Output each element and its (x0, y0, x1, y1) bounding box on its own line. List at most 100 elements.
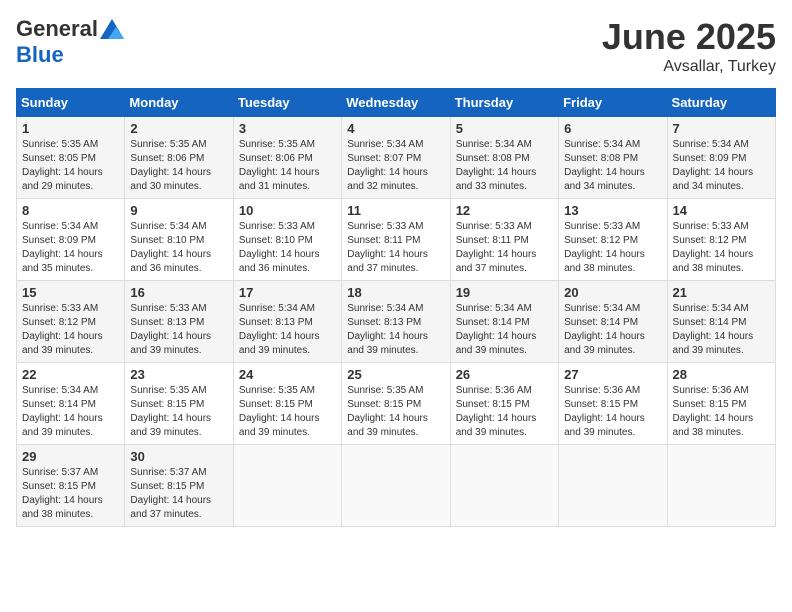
table-cell: 28 Sunrise: 5:36 AMSunset: 8:15 PMDaylig… (667, 363, 775, 445)
day-number: 27 (564, 367, 661, 382)
table-cell: 9 Sunrise: 5:34 AMSunset: 8:10 PMDayligh… (125, 199, 233, 281)
col-friday: Friday (559, 89, 667, 117)
table-cell: 26 Sunrise: 5:36 AMSunset: 8:15 PMDaylig… (450, 363, 558, 445)
table-cell: 19 Sunrise: 5:34 AMSunset: 8:14 PMDaylig… (450, 281, 558, 363)
logo-general-text: General (16, 16, 98, 42)
day-info: Sunrise: 5:34 AMSunset: 8:09 PMDaylight:… (673, 139, 754, 192)
day-number: 26 (456, 367, 553, 382)
day-number: 23 (130, 367, 227, 382)
table-cell: 15 Sunrise: 5:33 AMSunset: 8:12 PMDaylig… (17, 281, 125, 363)
table-cell: 7 Sunrise: 5:34 AMSunset: 8:09 PMDayligh… (667, 117, 775, 199)
logo-icon (100, 19, 124, 39)
page-header: General Blue June 2025 Avsallar, Turkey (16, 16, 776, 76)
header-row: Sunday Monday Tuesday Wednesday Thursday… (17, 89, 776, 117)
day-number: 17 (239, 285, 336, 300)
day-number: 25 (347, 367, 444, 382)
day-number: 15 (22, 285, 119, 300)
table-cell: 12 Sunrise: 5:33 AMSunset: 8:11 PMDaylig… (450, 199, 558, 281)
day-number: 3 (239, 121, 336, 136)
day-info: Sunrise: 5:35 AMSunset: 8:15 PMDaylight:… (130, 385, 211, 438)
table-cell: 18 Sunrise: 5:34 AMSunset: 8:13 PMDaylig… (342, 281, 450, 363)
location: Avsallar, Turkey (602, 58, 776, 76)
table-cell: 3 Sunrise: 5:35 AMSunset: 8:06 PMDayligh… (233, 117, 341, 199)
table-cell: 21 Sunrise: 5:34 AMSunset: 8:14 PMDaylig… (667, 281, 775, 363)
day-info: Sunrise: 5:34 AMSunset: 8:10 PMDaylight:… (130, 221, 211, 274)
day-info: Sunrise: 5:33 AMSunset: 8:11 PMDaylight:… (347, 221, 428, 274)
day-info: Sunrise: 5:34 AMSunset: 8:13 PMDaylight:… (347, 303, 428, 356)
day-info: Sunrise: 5:35 AMSunset: 8:05 PMDaylight:… (22, 139, 103, 192)
day-number: 13 (564, 203, 661, 218)
day-info: Sunrise: 5:35 AMSunset: 8:15 PMDaylight:… (347, 385, 428, 438)
day-number: 22 (22, 367, 119, 382)
col-monday: Monday (125, 89, 233, 117)
day-number: 21 (673, 285, 770, 300)
day-info: Sunrise: 5:33 AMSunset: 8:12 PMDaylight:… (673, 221, 754, 274)
day-number: 18 (347, 285, 444, 300)
table-cell: 1 Sunrise: 5:35 AMSunset: 8:05 PMDayligh… (17, 117, 125, 199)
table-row: 22 Sunrise: 5:34 AMSunset: 8:14 PMDaylig… (17, 363, 776, 445)
title-block: June 2025 Avsallar, Turkey (602, 16, 776, 76)
table-cell: 2 Sunrise: 5:35 AMSunset: 8:06 PMDayligh… (125, 117, 233, 199)
day-info: Sunrise: 5:35 AMSunset: 8:15 PMDaylight:… (239, 385, 320, 438)
day-number: 24 (239, 367, 336, 382)
table-cell (667, 445, 775, 527)
day-number: 11 (347, 203, 444, 218)
day-info: Sunrise: 5:34 AMSunset: 8:13 PMDaylight:… (239, 303, 320, 356)
calendar-table: Sunday Monday Tuesday Wednesday Thursday… (16, 88, 776, 527)
day-number: 7 (673, 121, 770, 136)
day-info: Sunrise: 5:33 AMSunset: 8:13 PMDaylight:… (130, 303, 211, 356)
table-cell: 14 Sunrise: 5:33 AMSunset: 8:12 PMDaylig… (667, 199, 775, 281)
table-row: 8 Sunrise: 5:34 AMSunset: 8:09 PMDayligh… (17, 199, 776, 281)
table-row: 15 Sunrise: 5:33 AMSunset: 8:12 PMDaylig… (17, 281, 776, 363)
day-number: 5 (456, 121, 553, 136)
day-info: Sunrise: 5:35 AMSunset: 8:06 PMDaylight:… (130, 139, 211, 192)
logo-blue-text: Blue (16, 42, 64, 68)
table-cell: 4 Sunrise: 5:34 AMSunset: 8:07 PMDayligh… (342, 117, 450, 199)
day-info: Sunrise: 5:33 AMSunset: 8:12 PMDaylight:… (22, 303, 103, 356)
day-number: 8 (22, 203, 119, 218)
day-number: 20 (564, 285, 661, 300)
table-cell: 29 Sunrise: 5:37 AMSunset: 8:15 PMDaylig… (17, 445, 125, 527)
table-cell: 23 Sunrise: 5:35 AMSunset: 8:15 PMDaylig… (125, 363, 233, 445)
table-cell: 11 Sunrise: 5:33 AMSunset: 8:11 PMDaylig… (342, 199, 450, 281)
day-number: 1 (22, 121, 119, 136)
day-info: Sunrise: 5:34 AMSunset: 8:09 PMDaylight:… (22, 221, 103, 274)
day-number: 4 (347, 121, 444, 136)
day-info: Sunrise: 5:34 AMSunset: 8:08 PMDaylight:… (564, 139, 645, 192)
table-cell: 25 Sunrise: 5:35 AMSunset: 8:15 PMDaylig… (342, 363, 450, 445)
day-info: Sunrise: 5:34 AMSunset: 8:07 PMDaylight:… (347, 139, 428, 192)
day-number: 16 (130, 285, 227, 300)
day-number: 14 (673, 203, 770, 218)
table-cell: 27 Sunrise: 5:36 AMSunset: 8:15 PMDaylig… (559, 363, 667, 445)
logo: General Blue (16, 16, 124, 68)
day-number: 6 (564, 121, 661, 136)
table-cell: 16 Sunrise: 5:33 AMSunset: 8:13 PMDaylig… (125, 281, 233, 363)
day-info: Sunrise: 5:34 AMSunset: 8:14 PMDaylight:… (456, 303, 537, 356)
table-cell: 30 Sunrise: 5:37 AMSunset: 8:15 PMDaylig… (125, 445, 233, 527)
table-cell: 24 Sunrise: 5:35 AMSunset: 8:15 PMDaylig… (233, 363, 341, 445)
table-cell (559, 445, 667, 527)
day-info: Sunrise: 5:33 AMSunset: 8:12 PMDaylight:… (564, 221, 645, 274)
table-cell: 8 Sunrise: 5:34 AMSunset: 8:09 PMDayligh… (17, 199, 125, 281)
day-number: 29 (22, 449, 119, 464)
day-info: Sunrise: 5:37 AMSunset: 8:15 PMDaylight:… (22, 467, 103, 520)
day-info: Sunrise: 5:36 AMSunset: 8:15 PMDaylight:… (564, 385, 645, 438)
table-row: 1 Sunrise: 5:35 AMSunset: 8:05 PMDayligh… (17, 117, 776, 199)
col-sunday: Sunday (17, 89, 125, 117)
day-number: 19 (456, 285, 553, 300)
table-row: 29 Sunrise: 5:37 AMSunset: 8:15 PMDaylig… (17, 445, 776, 527)
table-cell: 10 Sunrise: 5:33 AMSunset: 8:10 PMDaylig… (233, 199, 341, 281)
day-info: Sunrise: 5:34 AMSunset: 8:14 PMDaylight:… (22, 385, 103, 438)
table-cell: 5 Sunrise: 5:34 AMSunset: 8:08 PMDayligh… (450, 117, 558, 199)
table-cell: 17 Sunrise: 5:34 AMSunset: 8:13 PMDaylig… (233, 281, 341, 363)
col-saturday: Saturday (667, 89, 775, 117)
day-info: Sunrise: 5:35 AMSunset: 8:06 PMDaylight:… (239, 139, 320, 192)
day-info: Sunrise: 5:33 AMSunset: 8:10 PMDaylight:… (239, 221, 320, 274)
table-cell: 20 Sunrise: 5:34 AMSunset: 8:14 PMDaylig… (559, 281, 667, 363)
table-cell: 22 Sunrise: 5:34 AMSunset: 8:14 PMDaylig… (17, 363, 125, 445)
table-cell (342, 445, 450, 527)
table-cell: 6 Sunrise: 5:34 AMSunset: 8:08 PMDayligh… (559, 117, 667, 199)
table-cell (233, 445, 341, 527)
col-tuesday: Tuesday (233, 89, 341, 117)
table-cell: 13 Sunrise: 5:33 AMSunset: 8:12 PMDaylig… (559, 199, 667, 281)
